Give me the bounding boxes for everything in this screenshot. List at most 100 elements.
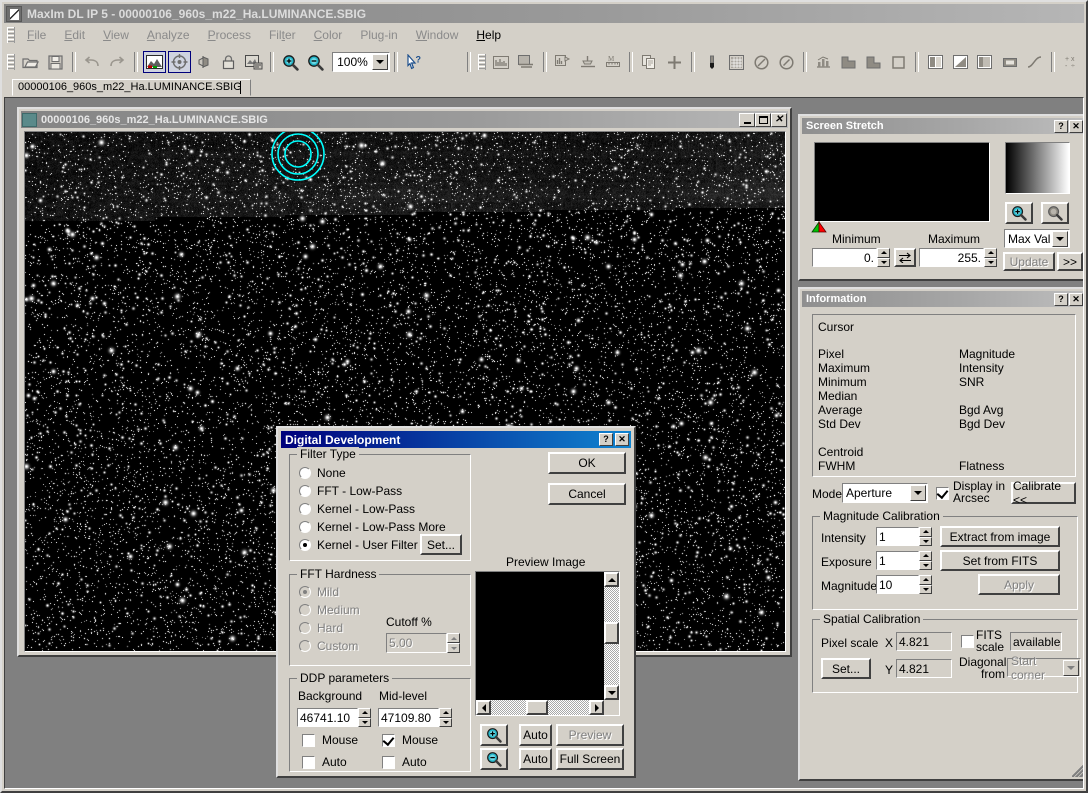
intensity-input[interactable]: 1 (876, 527, 919, 546)
toolbar-gripper[interactable] (7, 54, 15, 70)
screen-settings-icon[interactable] (242, 51, 265, 73)
math-ops-icon[interactable]: + x - ÷ (1060, 51, 1083, 73)
background-spin-buttons[interactable] (358, 708, 371, 727)
redo-icon[interactable] (106, 51, 129, 73)
menu-item-view[interactable]: View (94, 26, 138, 44)
app-title-bar[interactable]: MaxIm DL IP 5 - 00000106_960s_m22_Ha.LUM… (4, 4, 1084, 23)
menu-item-plugin[interactable]: Plug-in (351, 26, 406, 44)
extract-from-image-button[interactable]: Extract from image (940, 526, 1060, 547)
close-button[interactable]: ✕ (615, 433, 629, 446)
auto-stretch-button-bottom[interactable]: Auto (519, 748, 552, 770)
preview-vertical-scrollbar[interactable] (604, 572, 619, 700)
pattern2-icon[interactable] (949, 51, 972, 73)
menu-gripper[interactable] (7, 27, 15, 43)
menu-item-edit[interactable]: Edit (55, 26, 94, 44)
zoom-in-icon[interactable] (279, 51, 302, 73)
chevron-down-icon[interactable] (371, 54, 388, 70)
preview-image-canvas[interactable] (476, 572, 604, 700)
zoom-level-combo[interactable]: 100% (332, 52, 390, 72)
help-button[interactable]: ? (1054, 292, 1068, 306)
mode-combo[interactable]: Aperture (842, 483, 928, 503)
zoom-out-icon[interactable] (1041, 202, 1069, 224)
magnitude-input[interactable]: 10 (876, 575, 919, 594)
scroll-left-button[interactable] (476, 700, 491, 715)
help-button[interactable]: ? (599, 433, 613, 446)
close-button[interactable]: ✕ (1069, 292, 1083, 306)
scroll-thumb-horizontal[interactable] (526, 700, 548, 715)
chevron-down-icon[interactable] (1052, 230, 1068, 247)
background-mouse-checkbox[interactable] (302, 733, 315, 747)
scroll-down-button[interactable] (604, 685, 619, 700)
cut-corner-icon[interactable] (837, 51, 860, 73)
fill-corner-icon[interactable] (862, 51, 885, 73)
image-display-icon[interactable] (142, 51, 166, 73)
save-disk-icon[interactable] (44, 51, 67, 73)
box-icon[interactable] (998, 51, 1021, 73)
auto-stretch-button-top[interactable]: Auto (519, 724, 552, 746)
radio-filter-kernel-lowpass[interactable]: Kernel - Low-Pass (299, 502, 415, 516)
cancel-button[interactable]: Cancel (548, 483, 626, 505)
menu-item-filter[interactable]: Filter (260, 26, 305, 44)
minimum-input[interactable]: 0. (812, 248, 877, 267)
midlevel-mouse-checkbox[interactable] (382, 733, 395, 747)
radio-indicator[interactable] (299, 485, 311, 497)
circle-slash2-icon[interactable] (775, 51, 798, 73)
pattern1-icon[interactable] (924, 51, 947, 73)
exposure-spinbox[interactable]: 1 (876, 551, 932, 570)
menu-item-window[interactable]: Window (407, 26, 468, 44)
preview-horizontal-scrollbar[interactable] (476, 700, 604, 715)
minimize-button[interactable] (739, 112, 755, 127)
histogram-icon[interactable] (490, 51, 513, 73)
histogram-display[interactable] (814, 142, 990, 222)
exposure-spin-buttons[interactable] (919, 551, 932, 570)
pattern3-icon[interactable] (974, 51, 997, 73)
exposure-input[interactable]: 1 (876, 551, 919, 570)
open-folder-icon[interactable] (19, 51, 42, 73)
maximum-spinbox[interactable]: 255. (919, 248, 997, 267)
minimum-spin-buttons[interactable] (877, 248, 890, 267)
copy-icon[interactable] (638, 51, 661, 73)
minimum-spinbox[interactable]: 0. (812, 248, 890, 267)
circle-slash-icon[interactable] (750, 51, 773, 73)
brush-icon[interactable] (700, 51, 723, 73)
crosshair-target-icon[interactable] (167, 51, 191, 73)
intensity-spin-buttons[interactable] (919, 527, 932, 546)
grid-icon[interactable] (725, 51, 748, 73)
maximum-input[interactable]: 255. (919, 248, 984, 267)
midlevel-auto-checkbox[interactable] (382, 755, 395, 769)
radio-indicator[interactable] (299, 521, 311, 533)
midlevel-spin-buttons[interactable] (439, 708, 452, 727)
zoom-in-icon[interactable] (1005, 202, 1033, 224)
fits-scale-checkbox[interactable] (961, 635, 974, 648)
curve-icon[interactable] (1023, 51, 1046, 73)
calibrate-button[interactable]: Calibrate << (1011, 479, 1076, 507)
background-auto-checkbox-row[interactable]: Auto (302, 755, 347, 769)
midlevel-input[interactable]: 47109.80 (378, 708, 439, 727)
undo-icon[interactable] (81, 51, 104, 73)
background-auto-checkbox[interactable] (302, 755, 315, 769)
radio-filter-kernel-lowpass-more[interactable]: Kernel - Low-Pass More (299, 520, 446, 534)
dialog-title-bar[interactable]: Digital Development ? ✕ (281, 431, 631, 448)
full-screen-button[interactable]: Full Screen (556, 748, 624, 770)
color-table-icon[interactable] (515, 51, 538, 73)
preview-zoom-in-icon[interactable] (480, 724, 508, 746)
midlevel-auto-checkbox-row[interactable]: Auto (382, 755, 427, 769)
close-button[interactable]: ✕ (1069, 119, 1083, 133)
resize-grip[interactable] (1072, 765, 1083, 777)
square-icon[interactable] (887, 51, 910, 73)
toolbar2-gripper[interactable] (477, 54, 486, 70)
chevron-down-icon[interactable] (910, 485, 926, 501)
radio-filter-fft-lowpass[interactable]: FFT - Low-Pass (299, 484, 402, 498)
swap-arrows-icon[interactable] (894, 248, 916, 267)
radio-filter-none[interactable]: None (299, 466, 346, 480)
help-pointer-icon[interactable]: ? (403, 51, 426, 73)
flip-image-icon[interactable] (193, 51, 216, 73)
menu-item-help[interactable]: Help (467, 26, 510, 44)
screen-stretch-title-bar[interactable]: Screen Stretch ? ✕ (802, 118, 1083, 134)
set-from-fits-button[interactable]: Set from FITS (940, 550, 1060, 571)
background-input[interactable]: 46741.10 (297, 708, 358, 727)
line-profile-icon[interactable] (552, 51, 575, 73)
set-pixel-scale-button[interactable]: Set... (821, 658, 871, 679)
menu-item-process[interactable]: Process (199, 26, 260, 44)
pixel-scale-x-input[interactable]: 4.821 (896, 632, 952, 651)
